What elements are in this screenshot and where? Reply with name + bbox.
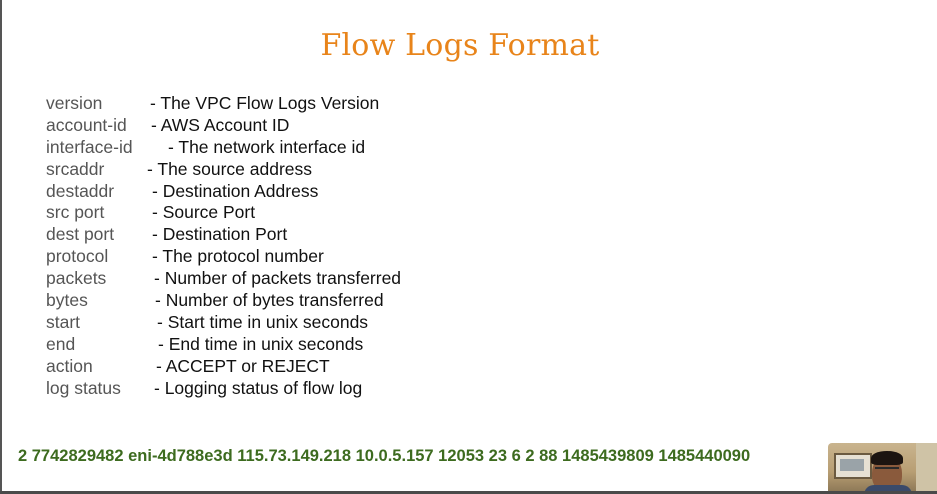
- field-description: - The source address: [147, 158, 313, 179]
- field-name: action: [46, 355, 93, 376]
- field-name: version: [46, 93, 103, 113]
- field-description: - The protocol number: [152, 246, 324, 267]
- field-name: start: [46, 311, 81, 332]
- field-name: interface-id: [46, 136, 133, 157]
- slide-title: Flow Logs Format: [320, 28, 600, 63]
- field-description: - Start time in unix seconds: [157, 311, 369, 332]
- field-description: - The network interface id: [168, 136, 366, 157]
- field-name: src port: [46, 202, 105, 223]
- left-edge-border: [0, 0, 2, 494]
- field-name: end: [46, 333, 76, 354]
- field-description: - Destination Port: [152, 224, 288, 245]
- field-description: - Source Port: [152, 202, 256, 223]
- field-description: - Destination Address: [152, 180, 319, 201]
- field-description: - AWS Account ID: [151, 114, 290, 135]
- sample-flow-log-record: 2 7742829482 eni-4d788e3d 115.73.149.218…: [18, 447, 751, 465]
- field-description: - End time in unix seconds: [158, 333, 364, 354]
- background-shelf: [834, 453, 872, 479]
- field-name: dest port: [46, 224, 115, 245]
- field-name: protocol: [46, 246, 109, 267]
- field-name: packets: [46, 268, 107, 289]
- slide-frame: Flow Logs Format version - The VPC Flow …: [0, 0, 937, 494]
- field-description: - Number of packets transferred: [154, 268, 402, 289]
- field-name: srcaddr: [46, 158, 105, 179]
- field-description: - ACCEPT or REJECT: [156, 355, 330, 376]
- field-description: - The VPC Flow Logs Version: [150, 93, 380, 113]
- presenter-webcam-overlay: [828, 443, 937, 491]
- presenter-glasses: [875, 467, 899, 475]
- field-description: - Logging status of flow log: [154, 377, 363, 398]
- field-name: account-id: [46, 114, 127, 135]
- field-name: destaddr: [46, 180, 115, 201]
- field-name: bytes: [46, 290, 88, 311]
- field-description: - Number of bytes transferred: [155, 290, 384, 311]
- field-name: log status: [46, 377, 121, 398]
